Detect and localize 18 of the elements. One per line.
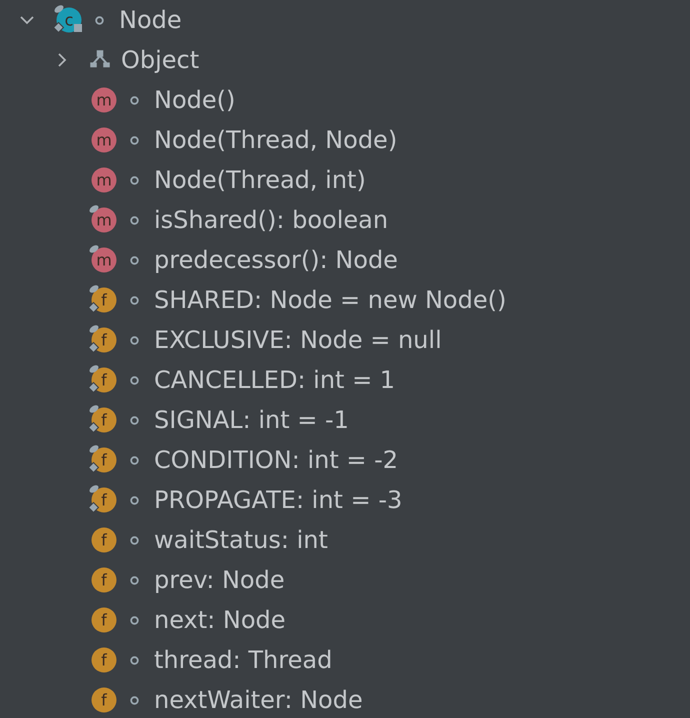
tree-item[interactable]: CONDITION: int = -2 (154, 446, 398, 474)
tree-item[interactable]: Node (119, 6, 182, 34)
tree-item[interactable]: SIGNAL: int = -1 (154, 406, 349, 434)
tree-item[interactable]: next: Node (154, 606, 286, 634)
tree-item[interactable]: Node() (154, 86, 236, 114)
tree-item[interactable]: thread: Thread (154, 646, 332, 674)
tree-item[interactable]: predecessor(): Node (154, 246, 398, 274)
tree-item[interactable]: prev: Node (154, 566, 285, 594)
tree-item[interactable]: PROPAGATE: int = -3 (154, 486, 402, 514)
tree-item[interactable]: Node(Thread, Node) (154, 126, 398, 154)
tree-item[interactable]: Node(Thread, int) (154, 166, 366, 194)
tree-item[interactable]: waitStatus: int (154, 526, 328, 554)
tree-item[interactable]: isShared(): boolean (154, 206, 388, 234)
tree-item[interactable]: nextWaiter: Node (154, 686, 363, 714)
tree-item[interactable]: Object (121, 46, 200, 74)
tree-item[interactable]: EXCLUSIVE: Node = null (154, 326, 442, 354)
tree-item[interactable]: CANCELLED: int = 1 (154, 366, 396, 394)
tree-item[interactable]: SHARED: Node = new Node() (154, 286, 506, 314)
